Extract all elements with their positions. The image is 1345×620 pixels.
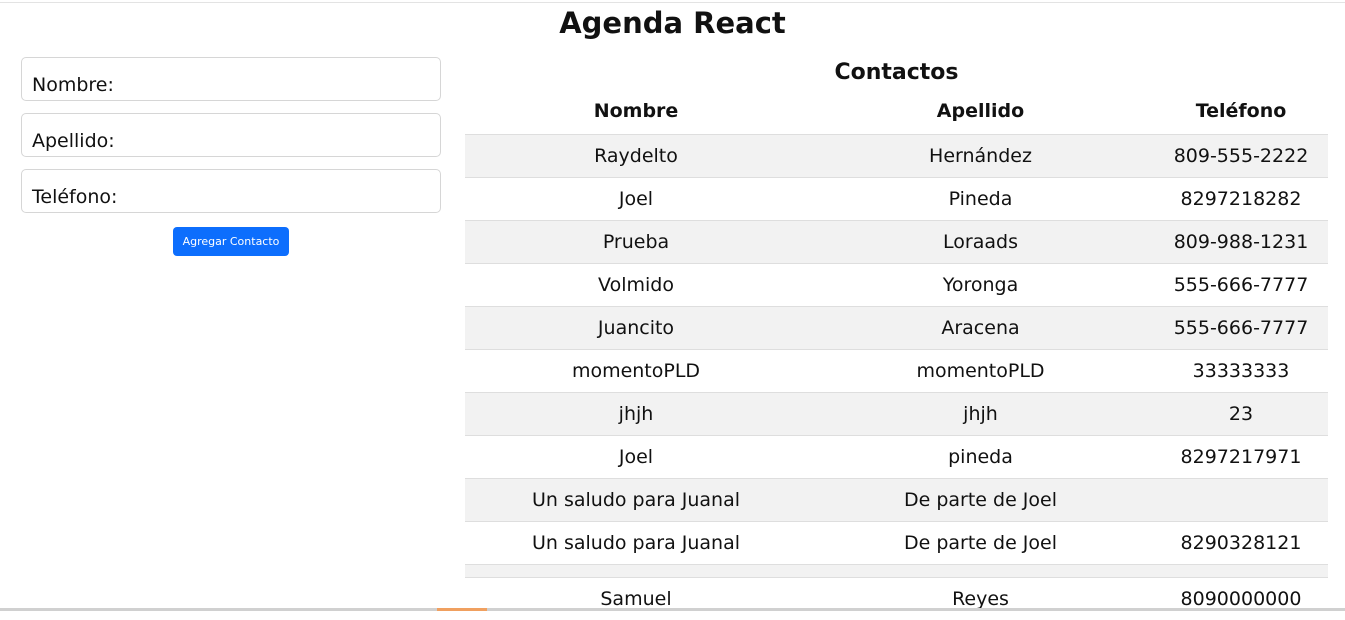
cell-lastname: De parte de Joel [807,479,1154,522]
cell-name [465,565,807,578]
cell-name: Raydelto [465,135,807,178]
cell-phone: 8290328121 [1154,522,1328,565]
window-top-border [0,2,1345,3]
phone-field-label: Teléfono: [32,186,117,208]
add-contact-button[interactable]: Agregar Contacto [173,227,290,256]
cell-name: Juancito [465,307,807,350]
cell-phone: 809-555-2222 [1154,135,1328,178]
cell-name: Joel [465,178,807,221]
cell-lastname: pineda [807,436,1154,479]
cell-lastname: jhjh [807,393,1154,436]
cell-lastname: Loraads [807,221,1154,264]
phone-field[interactable]: Teléfono: [21,169,441,213]
cell-lastname: De parte de Joel [807,522,1154,565]
table-row: Joel Pineda 8297218282 [465,178,1328,221]
table-row: Joel pineda 8297217971 [465,436,1328,479]
cell-name: Joel [465,436,807,479]
contacts-panel: Contactos Nombre Apellido Teléfono Rayde… [465,58,1328,620]
lastname-field[interactable]: Apellido: [21,113,441,157]
cell-lastname [807,565,1154,578]
column-header-name: Nombre [465,88,807,135]
table-row: Prueba Loraads 809-988-1231 [465,221,1328,264]
lastname-field-label: Apellido: [32,130,115,152]
table-row: Un saludo para Juanal De parte de Joel [465,479,1328,522]
table-row: Un saludo para Juanal De parte de Joel 8… [465,522,1328,565]
button-row: Agregar Contacto [21,227,441,256]
cell-phone: 33333333 [1154,350,1328,393]
table-row: Volmido Yoronga 555-666-7777 [465,264,1328,307]
table-header-row: Nombre Apellido Teléfono [465,88,1328,135]
cell-phone: 8297218282 [1154,178,1328,221]
cell-lastname: Reyes [807,578,1154,620]
app-title: Agenda React [0,4,1345,42]
cell-name: Un saludo para Juanal [465,522,807,565]
cell-lastname: Hernández [807,135,1154,178]
cell-name: Un saludo para Juanal [465,479,807,522]
table-row: Juancito Aracena 555-666-7777 [465,307,1328,350]
cell-name: Volmido [465,264,807,307]
cell-name: jhjh [465,393,807,436]
name-field[interactable]: Nombre: [21,57,441,101]
column-header-lastname: Apellido [807,88,1154,135]
cell-phone: 23 [1154,393,1328,436]
name-field-label: Nombre: [32,74,114,96]
cell-phone: 555-666-7777 [1154,264,1328,307]
cell-name: Prueba [465,221,807,264]
cell-phone: 809-988-1231 [1154,221,1328,264]
cell-lastname: Yoronga [807,264,1154,307]
column-header-phone: Teléfono [1154,88,1328,135]
contacts-table: Nombre Apellido Teléfono Raydelto Hernán… [465,88,1328,620]
cell-phone [1154,479,1328,522]
cell-lastname: Pineda [807,178,1154,221]
cell-lastname: momentoPLD [807,350,1154,393]
cell-phone [1154,565,1328,578]
cell-name: momentoPLD [465,350,807,393]
table-row: Raydelto Hernández 809-555-2222 [465,135,1328,178]
table-row: Samuel Reyes 8090000000 [465,578,1328,620]
cell-phone: 8090000000 [1154,578,1328,620]
contacts-title: Contactos [465,58,1328,88]
cell-lastname: Aracena [807,307,1154,350]
table-row [465,565,1328,578]
cell-phone: 8297217971 [1154,436,1328,479]
table-row: jhjh jhjh 23 [465,393,1328,436]
contact-form: Nombre: Apellido: Teléfono: Agregar Cont… [21,57,441,256]
cell-phone: 555-666-7777 [1154,307,1328,350]
cell-name: Samuel [465,578,807,620]
table-row: momentoPLD momentoPLD 33333333 [465,350,1328,393]
